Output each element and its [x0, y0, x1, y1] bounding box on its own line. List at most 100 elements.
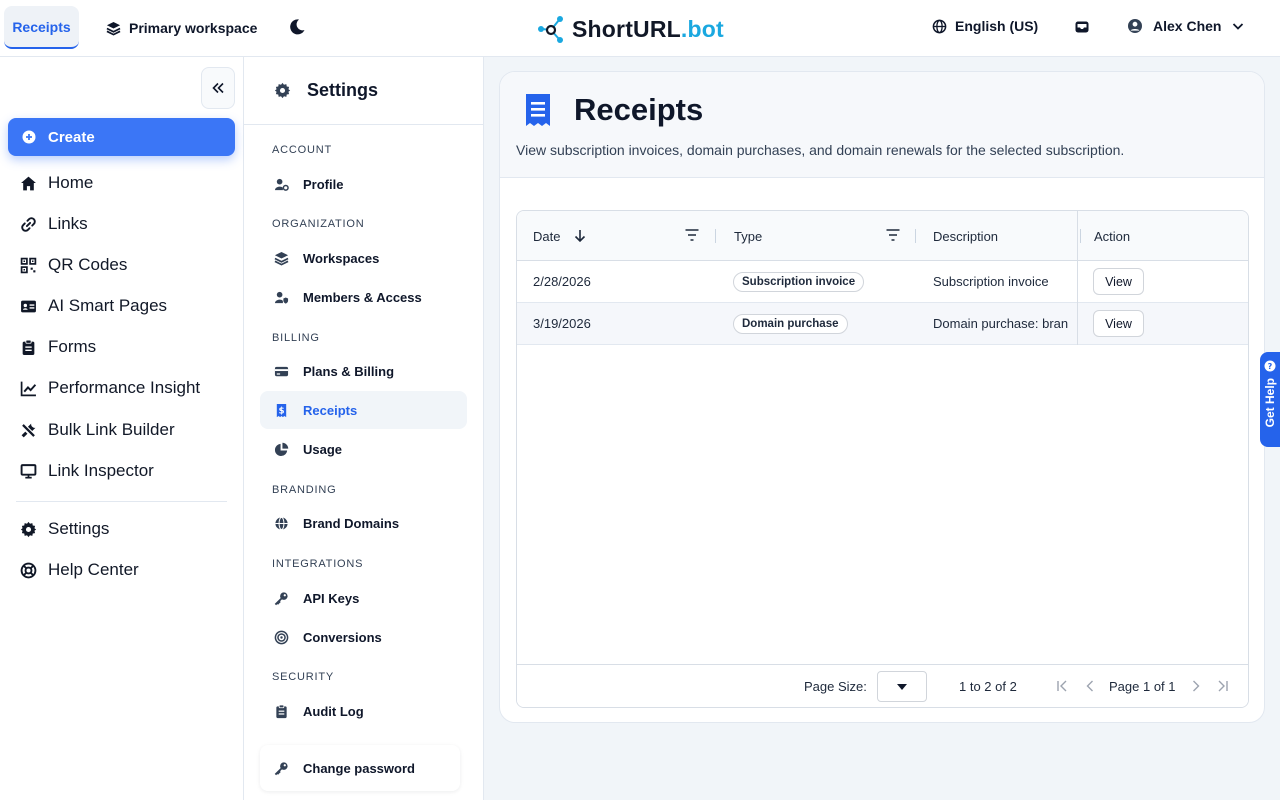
cell-description: Domain purchase: bran [933, 316, 1069, 331]
settings-header: Settings [244, 57, 483, 125]
pie-chart-icon [274, 442, 289, 456]
receipts-card: Receipts View subscription invoices, dom… [499, 71, 1265, 723]
qr-icon [20, 257, 37, 273]
first-page-icon[interactable] [1055, 679, 1069, 693]
settings-item-api-keys[interactable]: API Keys [260, 579, 467, 617]
row-range: 1 to 2 of 2 [959, 679, 1017, 694]
settings-item-audit-log-label: Audit Log [303, 703, 364, 719]
settings-item-usage[interactable]: Usage [260, 430, 467, 468]
user-avatar-icon [1128, 19, 1142, 33]
nav-forms-label: Forms [48, 337, 97, 356]
tab-receipts[interactable]: Receipts [4, 6, 79, 49]
column-date[interactable]: Date [533, 211, 586, 261]
settings-item-conversions-label: Conversions [303, 629, 382, 645]
table-row[interactable]: 2/28/2026 Subscription invoice Subscript… [517, 261, 1248, 303]
nav-links[interactable]: Links [20, 212, 88, 236]
collapse-sidebar-button[interactable] [201, 67, 235, 109]
settings-item-workspaces[interactable]: Workspaces [260, 239, 467, 277]
receipts-table: Date Type Description Action 2/28/2026 S… [516, 210, 1249, 708]
nav-help-center[interactable]: Help Center [20, 558, 139, 582]
section-integrations: INTEGRATIONS [272, 558, 364, 570]
nav-link-inspector[interactable]: Link Inspector [20, 459, 154, 483]
sidebar-divider [16, 501, 227, 502]
key-icon [274, 761, 288, 775]
double-chevron-left-icon [212, 82, 224, 94]
main-sidebar: Create Home Links QR Codes AI Smart Page… [0, 57, 244, 800]
settings-item-conversions[interactable]: Conversions [260, 618, 467, 656]
target-icon [274, 630, 289, 644]
settings-item-api-keys-label: API Keys [303, 590, 360, 606]
settings-item-plans-label: Plans & Billing [303, 363, 395, 379]
view-button[interactable]: View [1093, 310, 1144, 337]
page-size-select[interactable] [877, 671, 927, 702]
create-label: Create [48, 128, 95, 146]
nav-qr-codes[interactable]: QR Codes [20, 253, 127, 277]
clipboard-icon [22, 339, 35, 355]
nav-bulk-link-builder-label: Bulk Link Builder [48, 420, 175, 439]
column-type[interactable]: Type [734, 211, 762, 261]
page-size-label: Page Size: [804, 679, 867, 694]
type-badge: Subscription invoice [733, 271, 865, 292]
section-account: ACCOUNT [272, 144, 332, 156]
table-row[interactable]: 3/19/2026 Domain purchase Domain purchas… [517, 303, 1248, 345]
nav-home-label: Home [48, 173, 94, 192]
table-pagination: Page Size: 1 to 2 of 2 Page 1 of 1 [517, 664, 1248, 707]
filter-icon[interactable] [886, 229, 900, 241]
language-selector[interactable]: English (US) [932, 18, 1038, 34]
nav-ai-smart-pages[interactable]: AI Smart Pages [20, 294, 167, 318]
last-page-icon[interactable] [1216, 679, 1230, 693]
chart-line-icon [20, 381, 37, 396]
get-help-tab[interactable]: ? Get Help [1260, 352, 1280, 447]
next-page-icon[interactable] [1189, 679, 1203, 693]
nav-forms[interactable]: Forms [20, 335, 96, 359]
nav-links-label: Links [48, 214, 88, 233]
page-info: Page 1 of 1 [1109, 679, 1176, 694]
nav-performance-insight-label: Performance Insight [48, 378, 201, 397]
nav-settings[interactable]: Settings [20, 517, 109, 541]
column-date-label: Date [533, 228, 561, 244]
change-password-button[interactable]: Change password [260, 745, 460, 791]
settings-title: Settings [307, 80, 379, 100]
cell-date: 3/19/2026 [533, 316, 591, 331]
get-help-label: Get Help [1263, 378, 1277, 428]
moon-icon[interactable] [288, 18, 306, 36]
user-menu[interactable]: Alex Chen [1127, 18, 1245, 34]
create-button[interactable]: Create [8, 118, 235, 156]
workspace-switcher[interactable]: Primary workspace [106, 14, 257, 42]
column-description[interactable]: Description [933, 211, 998, 261]
logo-icon [538, 16, 563, 43]
section-branding: BRANDING [272, 484, 337, 496]
settings-sidebar: Settings ACCOUNT Profile ORGANIZATION Wo… [244, 57, 484, 800]
filter-icon[interactable] [685, 229, 699, 241]
previous-page-icon[interactable] [1083, 679, 1097, 693]
settings-item-workspaces-label: Workspaces [303, 250, 380, 266]
settings-item-brand-domains[interactable]: Brand Domains [260, 504, 467, 542]
language-label: English (US) [955, 18, 1039, 34]
inbox-icon[interactable] [1074, 19, 1090, 35]
app-logo[interactable]: ShortURL.bot [536, 14, 724, 44]
nav-settings-label: Settings [48, 519, 110, 538]
user-shield-icon [274, 291, 289, 304]
page-title: Receipts [524, 92, 703, 128]
top-bar: Receipts Primary workspace ShortURL.bot … [0, 0, 1280, 57]
tools-icon [21, 423, 36, 437]
column-description-label: Description [933, 228, 999, 244]
id-card-icon [21, 300, 36, 312]
cell-description: Subscription invoice [933, 274, 1049, 289]
column-separator [715, 229, 716, 243]
monitor-icon [20, 463, 37, 479]
nav-home[interactable]: Home [20, 171, 93, 195]
view-button[interactable]: View [1093, 268, 1144, 295]
nav-qr-codes-label: QR Codes [48, 255, 128, 274]
user-gear-icon [274, 178, 289, 191]
section-organization: ORGANIZATION [272, 218, 365, 230]
nav-performance-insight[interactable]: Performance Insight [20, 376, 200, 400]
settings-item-profile[interactable]: Profile [260, 165, 467, 203]
settings-item-plans[interactable]: Plans & Billing [260, 352, 467, 390]
settings-item-receipts[interactable]: $ Receipts [260, 391, 467, 429]
settings-item-audit-log[interactable]: Audit Log [260, 692, 467, 730]
nav-bulk-link-builder[interactable]: Bulk Link Builder [20, 418, 175, 442]
credit-card-icon [274, 366, 289, 376]
settings-item-members[interactable]: Members & Access [260, 278, 467, 316]
settings-item-brand-domains-label: Brand Domains [303, 515, 400, 531]
